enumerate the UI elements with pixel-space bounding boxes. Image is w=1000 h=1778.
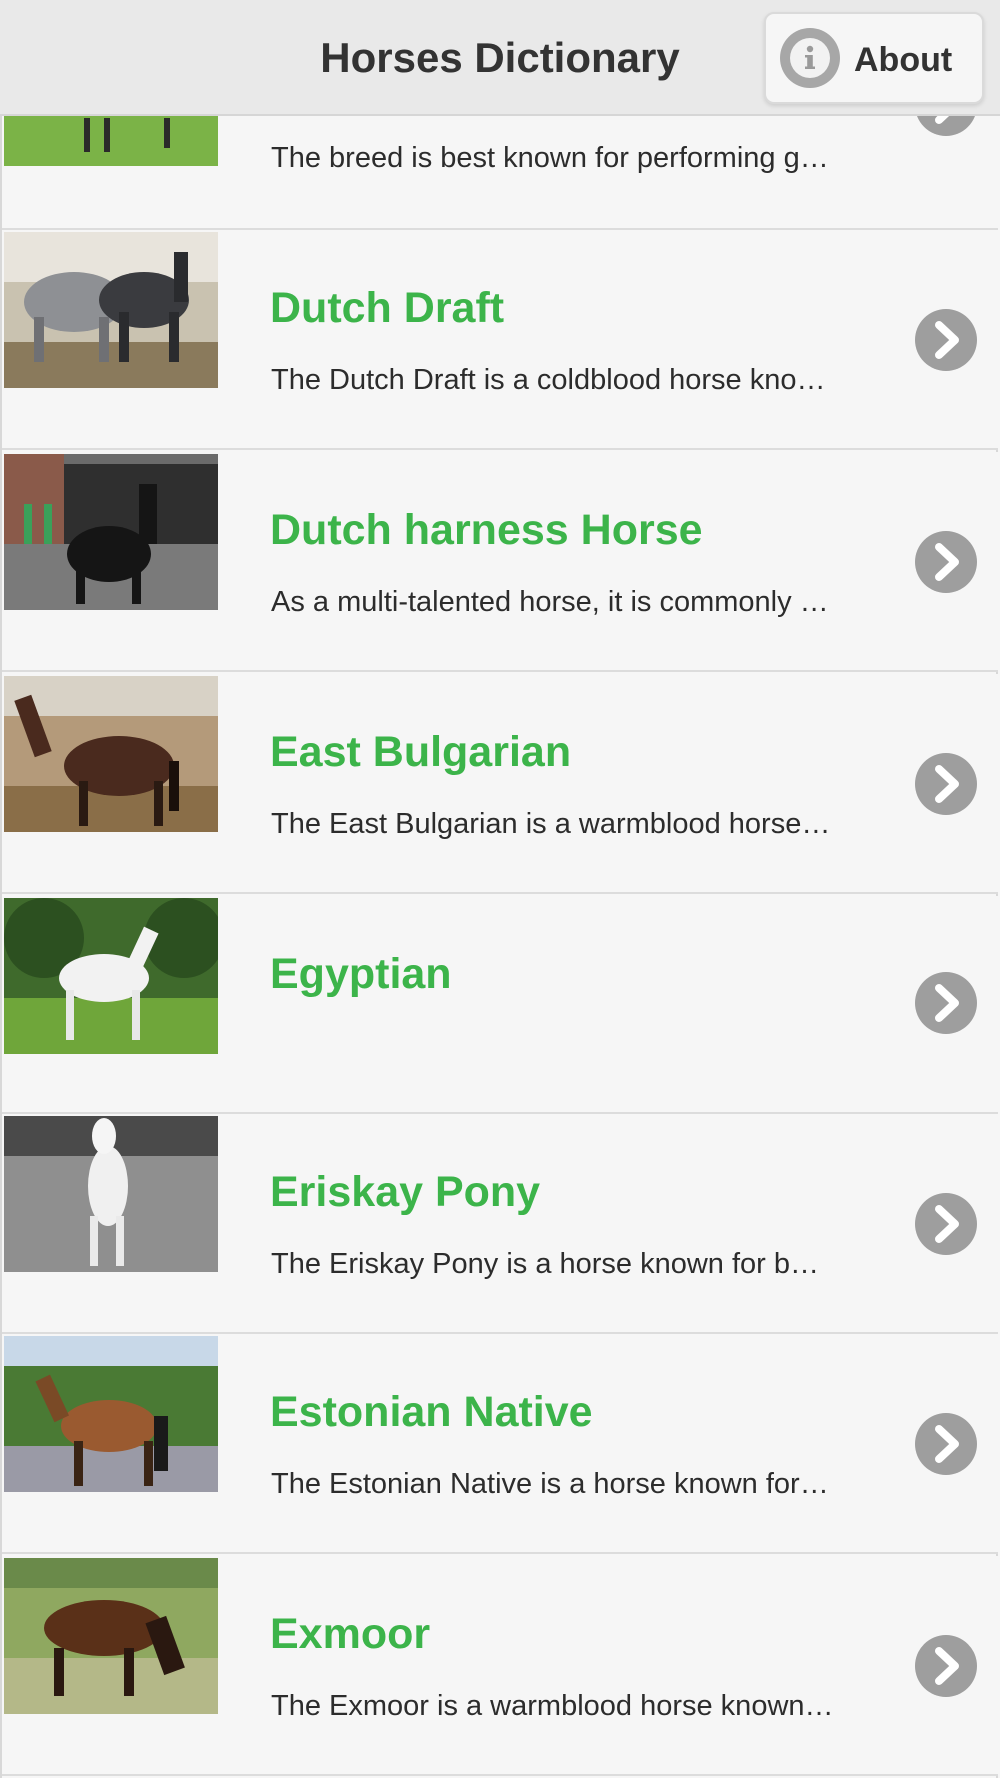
- thumbnail-image: [4, 454, 218, 610]
- chevron-right-icon[interactable]: [915, 972, 977, 1034]
- thumbnail-image: [4, 1116, 218, 1272]
- chevron-right-icon[interactable]: [915, 531, 977, 593]
- thumbnail-image: [4, 898, 218, 1054]
- chevron-right-icon[interactable]: [915, 1193, 977, 1255]
- item-description: As a multi-talented horse, it is commonl…: [271, 586, 829, 618]
- item-title: Estonian Native: [270, 1388, 593, 1436]
- chevron-right-icon[interactable]: [915, 1413, 977, 1475]
- app-header: Horses Dictionary About: [0, 0, 1000, 116]
- item-title: East Bulgarian: [270, 728, 572, 776]
- item-description: The Eriskay Pony is a horse known for b…: [271, 1248, 820, 1280]
- info-icon: [780, 28, 840, 88]
- item-title: Exmoor: [270, 1610, 431, 1658]
- chevron-right-icon[interactable]: [915, 309, 977, 371]
- chevron-right-icon[interactable]: [915, 1635, 977, 1697]
- list-item[interactable]: Egyptian: [2, 896, 998, 1114]
- thumbnail-image: [4, 676, 218, 832]
- list-item[interactable]: East Bulgarian The East Bulgarian is a w…: [2, 674, 998, 894]
- list-item[interactable]: Estonian Native The Estonian Native is a…: [2, 1334, 998, 1554]
- thumbnail-image: [4, 232, 218, 388]
- list-item[interactable]: Dutch Draft The Dutch Draft is a coldblo…: [2, 230, 998, 450]
- item-title: Eriskay Pony: [270, 1168, 541, 1216]
- item-title: Dutch harness Horse: [270, 506, 703, 554]
- list-item[interactable]: Dutch harness Horse As a multi-talented …: [2, 452, 998, 672]
- list-item[interactable]: Exmoor The Exmoor is a warmblood horse k…: [2, 1556, 998, 1776]
- about-label: About: [854, 41, 953, 79]
- item-description: The East Bulgarian is a warmblood horse…: [271, 808, 831, 840]
- list-item[interactable]: Eriskay Pony The Eriskay Pony is a horse…: [2, 1114, 998, 1334]
- item-description: The Exmoor is a warmblood horse known…: [271, 1690, 834, 1722]
- about-button[interactable]: About: [764, 12, 984, 104]
- thumbnail-image: [4, 1336, 218, 1492]
- item-title: Egyptian: [270, 950, 452, 998]
- item-title: Dutch Draft: [270, 284, 505, 332]
- item-description: The breed is best known for performing g…: [271, 142, 829, 174]
- horse-list: The breed is best known for performing g…: [0, 0, 998, 1778]
- thumbnail-image: [4, 1558, 218, 1714]
- item-description: The Estonian Native is a horse known for…: [271, 1468, 829, 1500]
- item-description: The Dutch Draft is a coldblood horse kno…: [271, 364, 826, 396]
- chevron-right-icon[interactable]: [915, 753, 977, 815]
